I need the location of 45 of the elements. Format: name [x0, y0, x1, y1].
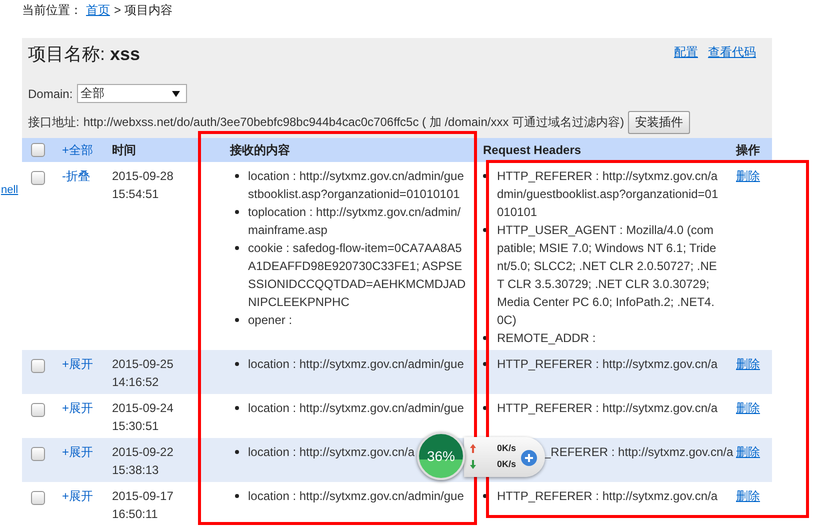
header-item: HTTP_REFERER : http://sytxmz.gov.cn/a [497, 356, 718, 373]
header-link[interactable]: 配置 [674, 44, 698, 61]
content-item: location : http://sytxmz.gov.cn/admin/gue [248, 488, 464, 505]
column-header: 接收的内容 [230, 142, 290, 156]
home-link[interactable]: 首页 [86, 2, 110, 19]
toggle-link[interactable]: +展开 [62, 445, 94, 459]
breadcrumb-current: > 项目内容 [114, 2, 172, 19]
delete-link[interactable]: 删除 [736, 401, 760, 415]
breadcrumb-label: 当前位置： [22, 2, 82, 19]
project-title: 项目名称: xss [28, 43, 140, 66]
toggle-link[interactable]: +展开 [62, 489, 94, 503]
header-link[interactable]: 查看代码 [708, 44, 756, 61]
header-item: HTTP_REFERER : http://sytxmz.gov.cn/a [497, 488, 718, 505]
download-speed: 0K/s [497, 459, 516, 469]
time-cell-text: 2015-09-17 16:50:11 [112, 488, 174, 523]
column-header: Request Headers [483, 143, 582, 157]
time-cell-text: 2015-09-24 15:30:51 [112, 400, 174, 435]
domain-label: Domain: [28, 86, 73, 100]
toggle-link[interactable]: +展开 [62, 401, 94, 415]
content-item: opener : [248, 312, 292, 329]
sidebar-link[interactable]: nell [1, 184, 18, 196]
delete-link[interactable]: 删除 [736, 445, 760, 459]
column-header: 操作 [736, 142, 760, 156]
time-cell-text: 2015-09-25 14:16:52 [112, 356, 174, 391]
header-item: REMOTE_ADDR : [497, 330, 596, 347]
delete-link[interactable]: 删除 [736, 357, 760, 371]
toggle-link[interactable]: -折叠 [62, 169, 90, 183]
header-item: _REFERER : http://sytxmz.gov.cn/a [544, 444, 734, 461]
address-label: 接口地址: [28, 114, 80, 131]
upload-speed: 0K/s [497, 443, 516, 453]
header-item: HTTP_REFERER : http://sytxmz.gov.cn/admin/guestbooklist.asp?organzationid=01010101 [497, 168, 719, 221]
time-cell-text: 2015-09-28 15:54:51 [112, 168, 174, 203]
content-item: location : http://sytxmz.gov.cn/a [248, 444, 415, 461]
install-button[interactable]: 安装插件 [628, 111, 690, 134]
content-item: location : http://sytxmz.gov.cn/admin/gue [248, 356, 464, 373]
toggle-link[interactable]: +展开 [62, 357, 94, 371]
header-item: HTTP_REFERER : http://sytxmz.gov.cn/a [497, 400, 718, 417]
address-text: http://webxss.net/do/auth/3ee70bebfc98bc944b4cac0c706ffc5c ( 加 /domain/xxx 可通过域名过滤内容) [83, 114, 624, 131]
time-cell-text: 2015-09-22 15:38:13 [112, 444, 174, 479]
delete-link[interactable]: 删除 [736, 489, 760, 503]
header-item: HTTP_USER_AGENT : Mozilla/4.0 (compatible; MSIE 7.0; Windows NT 6.1; Trident/5.0; SLCC2; .NET CLR 2.0.50727; .NET CLR 3.5.30729; .NET CLR 3.0.30729; Media Center PC 6.0; InfoPath.2; .NET4.0C) [497, 222, 718, 329]
delete-link[interactable]: 删除 [736, 169, 760, 183]
content-item: location : http://sytxmz.gov.cn/admin/gue [248, 400, 464, 417]
column-header: 时间 [112, 142, 136, 156]
domain-select[interactable]: 全部 [76, 84, 187, 103]
